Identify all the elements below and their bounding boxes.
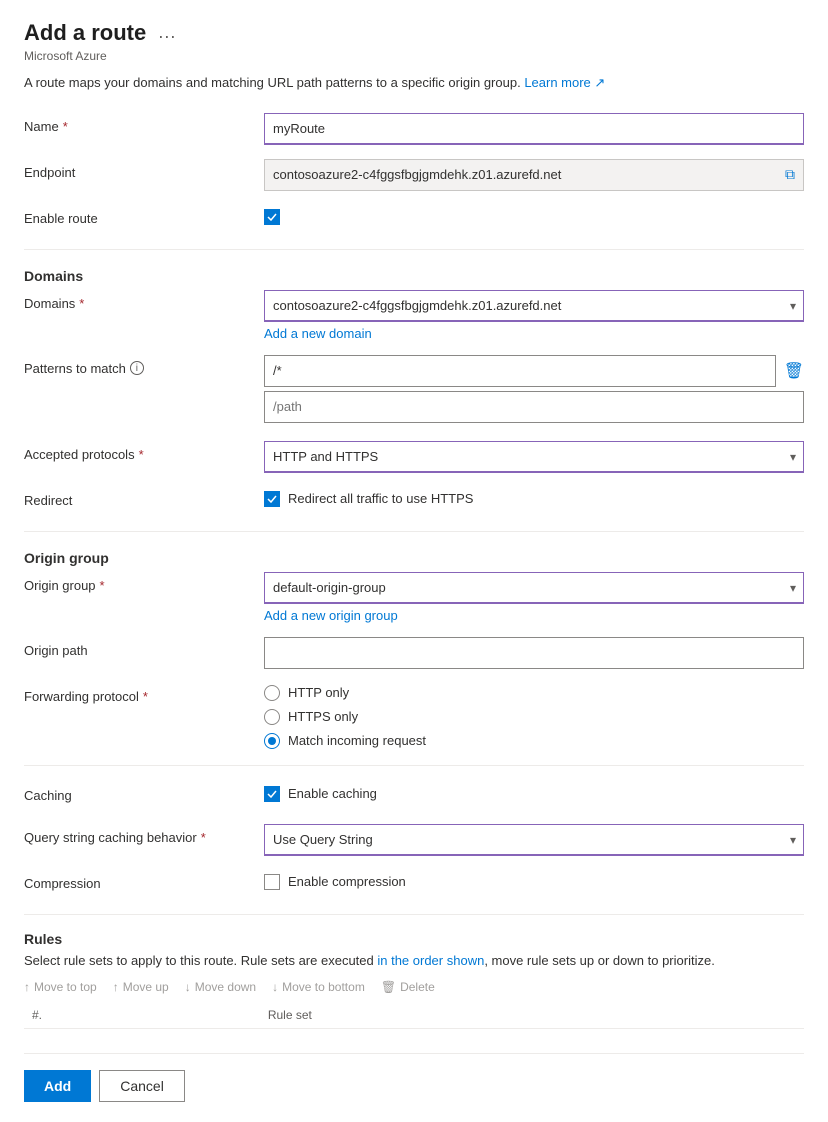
move-to-top-btn[interactable]: ↑ Move to top (24, 980, 97, 994)
origin-group-section-header: Origin group (24, 550, 804, 566)
endpoint-value: contosoazure2-c4fggsfbgjgmdehk.z01.azure… (264, 159, 804, 191)
protocols-required-indicator: * (139, 447, 144, 462)
domains-section-header: Domains (24, 268, 804, 284)
footer-actions: Add Cancel (24, 1053, 804, 1102)
enable-route-checkbox[interactable] (264, 209, 280, 225)
origin-group-select[interactable]: default-origin-group (264, 572, 804, 604)
patterns-label: Patterns to match i (24, 355, 264, 376)
redirect-label: Redirect (24, 487, 264, 508)
rules-toolbar: ↑ Move to top ↑ Move up ↓ Move down ↓ Mo… (24, 980, 804, 994)
origin-group-required-indicator: * (100, 578, 105, 593)
radio-match-incoming[interactable] (264, 733, 280, 749)
rules-col-ruleset: Rule set (260, 1002, 804, 1029)
more-options-icon[interactable]: ··· (158, 26, 176, 47)
caching-label: Caching (24, 782, 264, 803)
compression-label: Compression (24, 870, 264, 891)
accepted-protocols-label: Accepted protocols * (24, 441, 264, 462)
add-button[interactable]: Add (24, 1070, 91, 1102)
cancel-button[interactable]: Cancel (99, 1070, 185, 1102)
patterns-info-icon[interactable]: i (130, 361, 144, 375)
radio-http-only[interactable] (264, 685, 280, 701)
app-subtitle: Microsoft Azure (24, 49, 804, 63)
compression-text: Enable compression (288, 874, 406, 889)
move-up-btn[interactable]: ↑ Move up (113, 980, 169, 994)
move-bottom-icon: ↓ (272, 980, 278, 994)
radio-match-incoming-label: Match incoming request (288, 733, 426, 748)
delete-pattern-icon[interactable]: 🗑 (784, 361, 804, 381)
forwarding-protocol-label: Forwarding protocol * (24, 683, 264, 704)
origin-path-label: Origin path (24, 637, 264, 658)
page-description: A route maps your domains and matching U… (24, 73, 804, 93)
rules-description: Select rule sets to apply to this route.… (24, 951, 804, 971)
move-to-bottom-label: Move to bottom (282, 980, 365, 994)
rules-table: #. Rule set (24, 1002, 804, 1029)
query-string-label: Query string caching behavior * (24, 824, 264, 845)
move-up-icon: ↑ (113, 980, 119, 994)
delete-icon: 🗑 (381, 980, 396, 994)
delete-btn[interactable]: 🗑 Delete (381, 980, 435, 994)
move-down-label: Move down (195, 980, 256, 994)
compression-checkbox[interactable] (264, 874, 280, 890)
move-top-icon: ↑ (24, 980, 30, 994)
name-label: Name * (24, 113, 264, 134)
domains-select[interactable]: contosoazure2-c4fggsfbgjgmdehk.z01.azure… (264, 290, 804, 322)
redirect-text: Redirect all traffic to use HTTPS (288, 491, 473, 506)
redirect-checkbox[interactable] (264, 491, 280, 507)
radio-https-only[interactable] (264, 709, 280, 725)
add-origin-group-link[interactable]: Add a new origin group (264, 608, 398, 623)
radio-https-only-label: HTTPS only (288, 709, 358, 724)
move-to-bottom-btn[interactable]: ↓ Move to bottom (272, 980, 365, 994)
rules-section-header: Rules (24, 931, 804, 947)
add-domain-link[interactable]: Add a new domain (264, 326, 372, 341)
query-string-required-indicator: * (201, 830, 206, 845)
learn-more-link[interactable]: Learn more ↗ (524, 75, 605, 90)
forwarding-protocol-group: HTTP only HTTPS only Match incoming requ… (264, 683, 804, 749)
accepted-protocols-select[interactable]: HTTP and HTTPSHTTP onlyHTTPS only (264, 441, 804, 473)
radio-http-only-label: HTTP only (288, 685, 349, 700)
name-required-indicator: * (63, 119, 68, 134)
rules-desc-highlight: in the order shown (377, 953, 484, 968)
origin-path-input[interactable] (264, 637, 804, 669)
caching-checkbox[interactable] (264, 786, 280, 802)
origin-group-label: Origin group * (24, 572, 264, 593)
move-down-icon: ↓ (185, 980, 191, 994)
pattern-new-input[interactable] (264, 391, 804, 423)
domains-label: Domains * (24, 290, 264, 311)
enable-route-label: Enable route (24, 205, 264, 226)
rules-col-number: #. (24, 1002, 260, 1029)
delete-label: Delete (400, 980, 435, 994)
endpoint-label: Endpoint (24, 159, 264, 180)
domains-required-indicator: * (79, 296, 84, 311)
move-down-btn[interactable]: ↓ Move down (185, 980, 256, 994)
pattern-fixed-input (264, 355, 776, 387)
page-title: Add a route (24, 20, 146, 46)
name-input[interactable] (264, 113, 804, 145)
copy-icon[interactable]: ⧉ (785, 166, 795, 183)
caching-text: Enable caching (288, 786, 377, 801)
query-string-select[interactable]: Use Query StringIgnore Query StringUse S… (264, 824, 804, 856)
forwarding-required-indicator: * (143, 689, 148, 704)
move-up-label: Move up (123, 980, 169, 994)
move-to-top-label: Move to top (34, 980, 97, 994)
